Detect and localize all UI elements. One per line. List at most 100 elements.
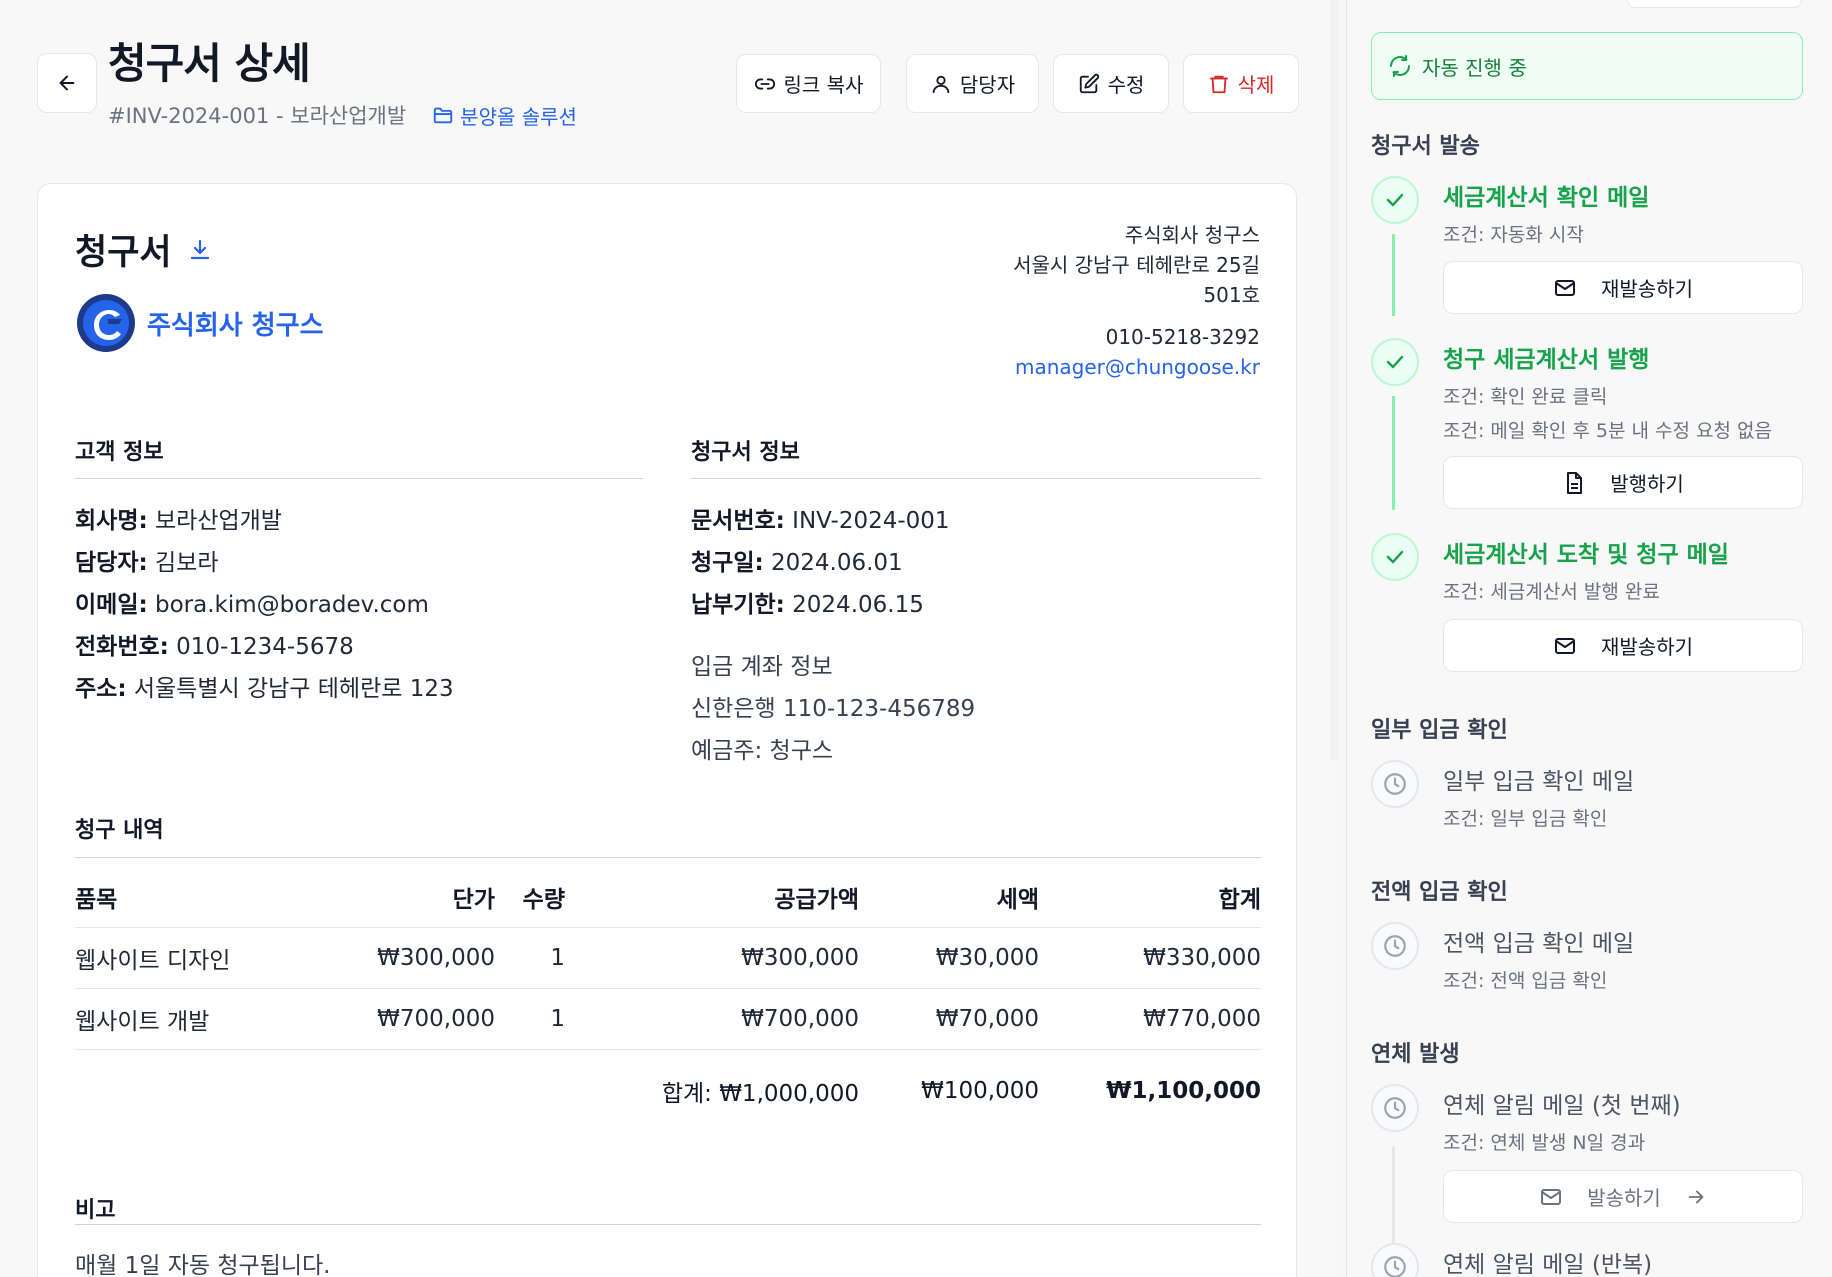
step-title: 연체 알림 메일 (첫 번째) <box>1443 1093 1681 1119</box>
customer-contact: 김보라 <box>155 550 219 576</box>
issuer-name: 주식회사 청구스 <box>1124 223 1260 247</box>
details-section-title: 청구서 정보 <box>691 440 800 465</box>
field-label: 주소: <box>75 676 127 702</box>
auto-status-badge: 자동 진행 중 <box>1371 32 1803 100</box>
user-icon <box>932 75 950 93</box>
step-condition: 조건: 일부 입금 확인 <box>1443 808 1608 830</box>
timeline-connector <box>1392 1146 1395 1256</box>
document-icon <box>1567 471 1583 494</box>
column-header: 품목 <box>75 867 285 928</box>
sidebar-top-button[interactable] <box>1627 0 1802 8</box>
line-total: ₩770,000 <box>1039 988 1261 1050</box>
arrow-left-icon <box>59 75 75 91</box>
invoice-heading-text: 청구서 <box>75 233 172 273</box>
timeline-connector <box>1392 234 1395 316</box>
notes-text: 매월 1일 자동 청구됩니다. <box>75 1253 331 1277</box>
table-row: 웹사이트 디자인 ₩300,000 1 ₩300,000 ₩30,000 ₩33… <box>75 927 1261 989</box>
project-link[interactable]: 분양올 솔루션 <box>432 101 577 130</box>
customer-section-title: 고객 정보 <box>75 440 164 465</box>
copy-link-button[interactable]: 링크 복사 <box>736 54 881 113</box>
company-name: 주식회사 청구스 <box>147 310 324 341</box>
step-condition: 조건: 자동화 시작 <box>1443 224 1584 246</box>
trash-icon <box>1209 75 1228 93</box>
supply-amount: ₩700,000 <box>565 988 859 1050</box>
resend-label: 재발송하기 <box>1601 635 1693 659</box>
supply-amount: ₩300,000 <box>565 927 859 989</box>
unit-price: ₩300,000 <box>285 927 495 989</box>
table-row: 웹사이트 개발 ₩700,000 1 ₩700,000 ₩70,000 ₩770… <box>75 988 1261 1050</box>
unit-price: ₩700,000 <box>285 988 495 1050</box>
edit-icon <box>1079 73 1099 93</box>
issue-date: 2024.06.01 <box>771 550 903 576</box>
field-label: 문서번호: <box>691 508 785 534</box>
tax-amount: ₩70,000 <box>859 988 1039 1050</box>
account-holder: 예금주: 청구스 <box>691 738 834 764</box>
divider <box>75 478 643 479</box>
bank-info: 입금 계좌 정보 신한은행 110-123-456789 예금주: 청구스 <box>691 646 975 772</box>
company-logo <box>77 294 135 352</box>
group-title-invoice-send: 청구서 발송 <box>1371 134 1480 159</box>
arrow-right-icon <box>1688 1190 1704 1203</box>
items-section-title: 청구 내역 <box>75 818 164 843</box>
edit-button[interactable]: 수정 <box>1053 54 1169 113</box>
folder-icon <box>434 107 453 124</box>
field-label: 회사명: <box>75 508 148 534</box>
group-title-full-payment: 전액 입금 확인 <box>1371 880 1508 905</box>
issuer-phone: 010-5218-3292 <box>1105 325 1260 349</box>
invoice-heading: 청구서 <box>75 224 212 275</box>
bank-title: 입금 계좌 정보 <box>691 654 833 680</box>
quantity: 1 <box>495 988 565 1050</box>
divider <box>75 857 1261 858</box>
scrollbar[interactable] <box>1330 0 1338 760</box>
back-button[interactable] <box>37 53 97 113</box>
invoice-details: 문서번호: INV-2024-001 청구일: 2024.06.01 납부기한:… <box>691 500 950 626</box>
issue-label: 발행하기 <box>1610 472 1684 496</box>
step-title: 연체 알림 메일 (반복) <box>1443 1252 1653 1277</box>
field-label: 이메일: <box>75 592 148 618</box>
assignee-button[interactable]: 담당자 <box>906 54 1039 113</box>
resend-button[interactable]: 재발송하기 <box>1443 619 1803 672</box>
invoice-reference: #INV-2024-001 - 보라산업개발 <box>108 104 407 128</box>
bank-account: 신한은행 110-123-456789 <box>691 696 976 722</box>
page-title: 청구서 상세 <box>108 39 311 88</box>
edit-label: 수정 <box>1107 73 1145 97</box>
notes-section-title: 비고 <box>75 1198 116 1223</box>
check-icon <box>1371 176 1419 224</box>
check-icon <box>1371 338 1419 386</box>
due-date: 2024.06.15 <box>792 592 924 618</box>
delete-button[interactable]: 삭제 <box>1183 54 1299 113</box>
invoice-subtitle: #INV-2024-001 - 보라산업개발 분양올 솔루션 <box>108 100 577 130</box>
step-condition: 조건: 확인 완료 클릭 <box>1443 386 1608 408</box>
clock-icon <box>1371 760 1419 808</box>
timeline-connector <box>1392 396 1395 510</box>
table-header-row: 품목 단가 수량 공급가액 세액 합계 <box>75 867 1261 928</box>
delete-label: 삭제 <box>1237 73 1275 97</box>
automation-sidebar: 자동 진행 중 청구서 발송 세금계산서 확인 메일 조건: 자동화 시작 재발… <box>1346 0 1832 1277</box>
issuer-email[interactable]: manager@chungoose.kr <box>1013 352 1260 382</box>
grand-total: ₩1,100,000 <box>1106 1078 1261 1105</box>
mail-icon <box>1555 637 1575 654</box>
issue-button[interactable]: 발행하기 <box>1443 456 1803 509</box>
field-label: 담당자: <box>75 550 148 576</box>
step-title: 일부 입금 확인 메일 <box>1443 769 1635 795</box>
project-label: 분양올 솔루션 <box>460 104 577 129</box>
link-icon <box>754 78 775 89</box>
company-brand: 주식회사 청구스 <box>75 292 324 354</box>
clock-icon <box>1371 922 1419 970</box>
field-label: 청구일: <box>691 550 764 576</box>
column-header: 공급가액 <box>565 867 859 928</box>
assignee-label: 담당자 <box>959 73 1016 97</box>
tax-amount: ₩30,000 <box>859 927 1039 989</box>
resend-button[interactable]: 재발송하기 <box>1443 261 1803 314</box>
items-table: 품목 단가 수량 공급가액 세액 합계 웹사이트 디자인 ₩300,000 1 … <box>75 867 1261 1133</box>
mail-icon <box>1555 279 1575 296</box>
refresh-icon <box>1390 55 1410 77</box>
field-label: 전화번호: <box>75 634 169 660</box>
field-label: 납부기한: <box>691 592 785 618</box>
download-icon[interactable] <box>188 238 212 262</box>
step-condition: 조건: 세금계산서 발행 완료 <box>1443 581 1660 603</box>
clock-icon <box>1371 1084 1419 1132</box>
send-button[interactable]: 발송하기 <box>1443 1170 1803 1223</box>
group-title-overdue: 연체 발생 <box>1371 1042 1460 1067</box>
divider <box>691 478 1261 479</box>
